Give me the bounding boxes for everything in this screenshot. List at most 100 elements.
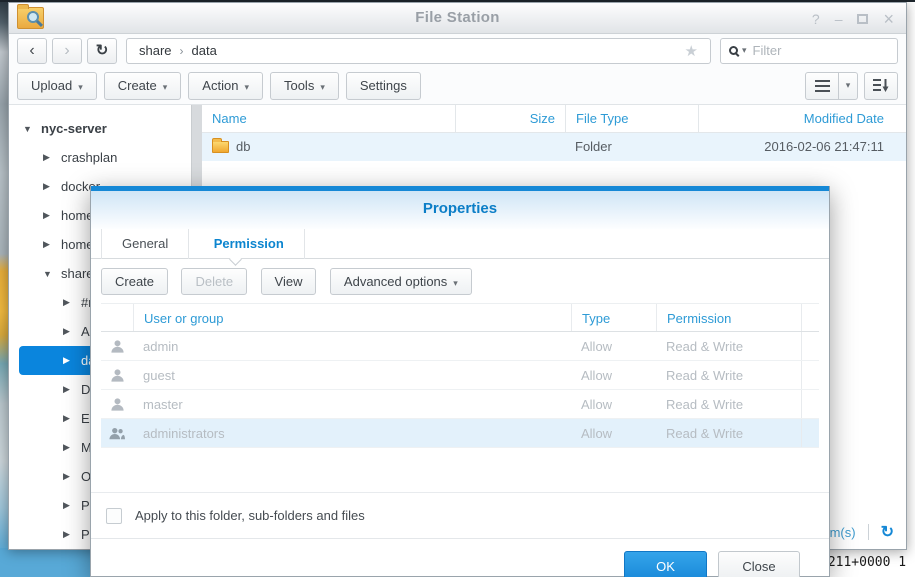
permission-value: Read & Write [666,339,744,354]
action-button[interactable]: Action ▾ [188,71,263,100]
user-icon [101,390,133,418]
sidebar-item-nyc-server[interactable]: ▼ nyc-server [9,114,191,143]
tab-permission[interactable]: Permission [194,229,305,259]
column-header-type[interactable]: Type [571,304,656,331]
permission-type: Allow [581,426,613,441]
tab-general[interactable]: General [101,229,190,259]
caret-down-icon: ▾ [453,278,458,288]
create-button[interactable]: Create ▾ [103,71,182,100]
back-button[interactable]: ‹ [17,37,47,64]
table-row-admin[interactable]: admin Allow Read & Write [101,332,819,361]
navigation-bar: ‹ › ↻ share › data ★ ▾ [9,34,906,67]
collapse-arrow-icon[interactable]: ▼ [43,269,54,279]
file-modified-date: 2016-02-06 21:47:11 [764,139,884,154]
column-header-permission[interactable]: Permission [656,304,801,331]
upload-button[interactable]: Upload ▾ [17,71,97,100]
forward-button[interactable]: › [52,37,82,64]
filter-input[interactable] [752,43,889,58]
sort-icon [873,79,889,92]
view-controls: ▾ [805,71,898,100]
permission-table: User or group Type Permission admin Allo… [101,303,819,448]
expand-arrow-icon[interactable]: ▶ [63,471,74,482]
titlebar[interactable]: File Station ? – × [9,3,906,34]
view-dropdown-button[interactable]: ▾ [839,71,858,100]
permission-type: Allow [581,339,613,354]
delete-permission-button[interactable]: Delete [181,268,248,295]
expand-arrow-icon[interactable]: ▶ [63,326,74,337]
apply-checkbox-label: Apply to this folder, sub-folders and fi… [135,508,365,523]
ok-button[interactable]: OK [624,551,707,577]
column-header-name[interactable]: Name [202,105,455,132]
permission-value: Read & Write [666,397,744,412]
table-row-guest[interactable]: guest Allow Read & Write [101,361,819,390]
expand-arrow-icon[interactable]: ▶ [63,442,74,453]
expand-arrow-icon[interactable]: ▶ [63,529,74,540]
list-view-icon [814,79,830,92]
status-bar: em(s) ↻ [822,522,894,542]
user-name: guest [143,368,175,383]
table-gutter [801,304,819,331]
column-header-size[interactable]: Size [455,105,565,132]
favorite-star-icon[interactable]: ★ [685,42,698,60]
maximize-icon[interactable] [857,13,869,24]
caret-down-icon: ▾ [320,81,325,92]
folder-icon [212,138,229,153]
permission-value: Read & Write [666,426,744,441]
expand-arrow-icon[interactable]: ▶ [63,384,74,395]
settings-button[interactable]: Settings [345,71,421,100]
list-view-button[interactable] [805,71,839,100]
help-icon[interactable]: ? [812,12,820,26]
expand-arrow-icon[interactable]: ▶ [63,297,74,308]
close-button[interactable]: Close [718,551,800,577]
status-divider [867,524,869,540]
filter-dropdown-caret-icon[interactable]: ▾ [742,45,747,56]
user-name: admin [143,339,179,354]
status-refresh-icon[interactable]: ↻ [881,522,894,542]
minimize-icon[interactable]: – [835,12,843,26]
close-icon[interactable]: × [883,10,894,28]
caret-down-icon: ▾ [162,81,168,92]
dialog-title[interactable]: Properties [91,191,829,229]
file-row-db[interactable]: db Folder 2016-02-06 21:47:11 [202,133,906,161]
breadcrumb[interactable]: share › data ★ [126,37,711,64]
expand-arrow-icon[interactable]: ▶ [63,413,74,424]
breadcrumb-separator-icon: › [179,43,184,58]
refresh-button[interactable]: ↻ [87,37,117,64]
magnifier-handle-icon [35,19,44,28]
terminal-window-fragment: .211+0000 1 [820,549,915,577]
breadcrumb-root[interactable]: share [139,43,172,58]
create-permission-button[interactable]: Create [101,268,169,295]
user-name: master [143,397,183,412]
file-size [455,133,565,161]
apply-checkbox[interactable] [106,507,122,524]
filter-box[interactable]: ▾ [720,37,898,64]
column-header-user-or-group[interactable]: User or group [133,304,571,331]
user-icon [101,361,133,389]
tools-button[interactable]: Tools ▾ [269,71,339,100]
expand-arrow-icon[interactable]: ▶ [63,355,74,366]
apply-row: Apply to this folder, sub-folders and fi… [91,492,829,538]
window-title: File Station [415,9,500,26]
table-row-administrators-selected[interactable]: administrators Allow Read & Write [101,419,819,448]
column-header-modified-date[interactable]: Modified Date [698,105,906,132]
collapse-arrow-icon[interactable]: ▼ [23,124,34,134]
user-group-icon [101,419,133,447]
permission-table-header: User or group Type Permission [101,303,819,332]
permission-value: Read & Write [666,368,744,383]
expand-arrow-icon[interactable]: ▶ [63,500,74,511]
expand-arrow-icon[interactable]: ▶ [43,210,54,221]
expand-arrow-icon[interactable]: ▶ [43,152,54,163]
breadcrumb-current[interactable]: data [192,43,217,58]
sort-button[interactable] [864,71,898,100]
advanced-options-button[interactable]: Advanced options ▾ [329,268,472,295]
table-row-master[interactable]: master Allow Read & Write [101,390,819,419]
file-station-app-icon [17,4,44,29]
action-toolbar: Upload ▾ Create ▾ Action ▾ Tools ▾ Settings … [9,67,906,105]
icon-column-header [101,304,133,331]
column-header-file-type[interactable]: File Type [565,105,698,132]
file-name: db [236,139,251,154]
sidebar-item-crashplan[interactable]: ▶ crashplan [9,143,191,172]
expand-arrow-icon[interactable]: ▶ [43,239,54,250]
view-permission-button[interactable]: View [260,268,317,295]
expand-arrow-icon[interactable]: ▶ [43,181,54,192]
